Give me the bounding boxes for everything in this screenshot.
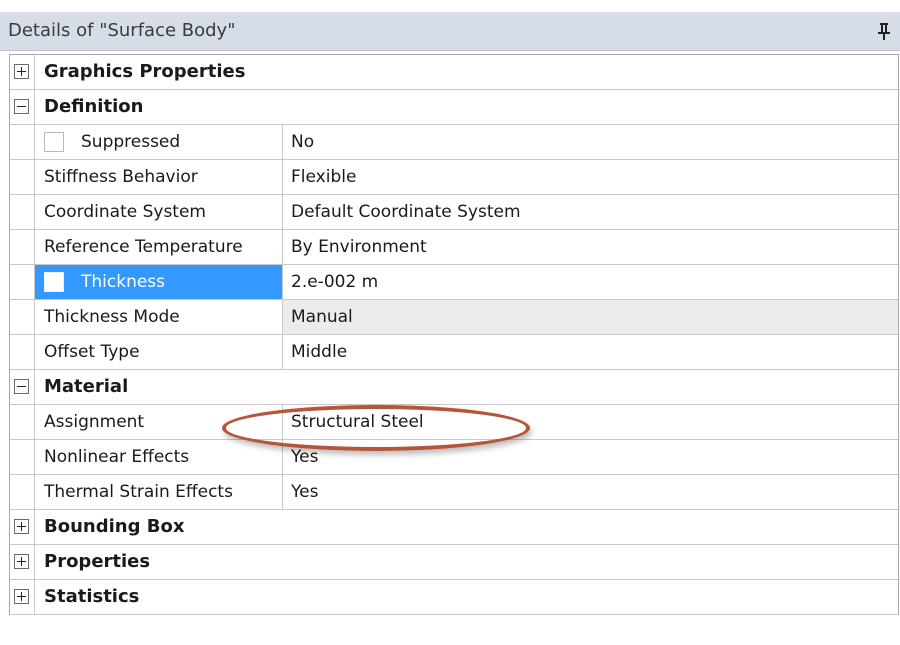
details-title-bar: Details of "Surface Body": [0, 12, 900, 51]
property-value: Yes: [291, 447, 319, 467]
group-bounding-box[interactable]: Bounding Box: [10, 510, 898, 545]
expand-icon[interactable]: [14, 589, 29, 604]
suppressed-checkbox[interactable]: [44, 132, 64, 152]
property-value: 2.e-002 m: [291, 272, 379, 292]
property-value-cell-readonly: Manual: [283, 300, 898, 334]
property-value-cell[interactable]: No: [283, 125, 898, 159]
property-row-assignment[interactable]: Assignment Structural Steel: [10, 405, 898, 440]
property-name: Reference Temperature: [44, 237, 243, 257]
property-row-offset-type[interactable]: Offset Type Middle: [10, 335, 898, 370]
property-name-cell: Thermal Strain Effects: [35, 475, 283, 509]
property-value: Manual: [291, 307, 353, 327]
property-value: No: [291, 132, 315, 152]
property-value-cell[interactable]: Yes: [283, 475, 898, 509]
collapse-icon[interactable]: [14, 379, 29, 394]
details-panel: Details of "Surface Body" Graphics Prope…: [0, 0, 900, 645]
property-row-thermal-strain-effects[interactable]: Thermal Strain Effects Yes: [10, 475, 898, 510]
expand-icon[interactable]: [14, 519, 29, 534]
property-value: Flexible: [291, 167, 357, 187]
property-value: Structural Steel: [291, 412, 424, 432]
group-label: Material: [44, 376, 129, 397]
property-name-cell: Nonlinear Effects: [35, 440, 283, 474]
pin-icon[interactable]: [876, 21, 892, 41]
group-material[interactable]: Material: [10, 370, 898, 405]
expand-icon[interactable]: [14, 554, 29, 569]
property-value-cell[interactable]: Yes: [283, 440, 898, 474]
expand-icon[interactable]: [14, 64, 29, 79]
property-value: Middle: [291, 342, 348, 362]
property-name: Thickness: [81, 272, 166, 292]
property-name-cell: Stiffness Behavior: [35, 160, 283, 194]
group-label: Definition: [44, 96, 144, 117]
group-properties[interactable]: Properties: [10, 545, 898, 580]
details-grid: Graphics Properties Definition Suppresse…: [9, 54, 899, 615]
group-definition[interactable]: Definition: [10, 90, 898, 125]
property-name: Coordinate System: [44, 202, 206, 222]
property-row-thickness-mode[interactable]: Thickness Mode Manual: [10, 300, 898, 335]
property-name-cell: Suppressed: [35, 125, 283, 159]
property-value-cell[interactable]: By Environment: [283, 230, 898, 264]
property-row-suppressed[interactable]: Suppressed No: [10, 125, 898, 160]
property-name: Offset Type: [44, 342, 140, 362]
property-row-reference-temperature[interactable]: Reference Temperature By Environment: [10, 230, 898, 265]
thickness-checkbox[interactable]: [44, 272, 64, 292]
property-name-cell: Coordinate System: [35, 195, 283, 229]
property-name: Nonlinear Effects: [44, 447, 190, 467]
group-statistics[interactable]: Statistics: [10, 580, 898, 615]
group-label: Statistics: [44, 586, 140, 607]
property-value-cell[interactable]: 2.e-002 m: [283, 265, 898, 299]
property-name-cell: Assignment: [35, 405, 283, 439]
group-label: Bounding Box: [44, 516, 185, 537]
property-row-coordinate-system[interactable]: Coordinate System Default Coordinate Sys…: [10, 195, 898, 230]
property-name: Stiffness Behavior: [44, 167, 198, 187]
property-value-cell[interactable]: Flexible: [283, 160, 898, 194]
property-name: Assignment: [44, 412, 145, 432]
property-value-cell[interactable]: Default Coordinate System: [283, 195, 898, 229]
group-graphics-properties[interactable]: Graphics Properties: [10, 55, 898, 90]
property-row-stiffness-behavior[interactable]: Stiffness Behavior Flexible: [10, 160, 898, 195]
property-name-cell-selected: Thickness: [35, 265, 283, 299]
property-name-cell: Thickness Mode: [35, 300, 283, 334]
property-row-thickness[interactable]: Thickness 2.e-002 m: [10, 265, 898, 300]
property-value: By Environment: [291, 237, 427, 257]
property-value: Default Coordinate System: [291, 202, 521, 222]
property-row-nonlinear-effects[interactable]: Nonlinear Effects Yes: [10, 440, 898, 475]
group-label: Graphics Properties: [44, 61, 246, 82]
property-name: Thermal Strain Effects: [44, 482, 233, 502]
property-name: Suppressed: [81, 132, 181, 152]
property-name: Thickness Mode: [44, 307, 180, 327]
property-name-cell: Reference Temperature: [35, 230, 283, 264]
property-value: Yes: [291, 482, 319, 502]
panel-title: Details of "Surface Body": [8, 20, 236, 41]
property-name-cell: Offset Type: [35, 335, 283, 369]
group-label: Properties: [44, 551, 151, 572]
property-value-cell[interactable]: Middle: [283, 335, 898, 369]
collapse-icon[interactable]: [14, 99, 29, 114]
property-value-cell[interactable]: Structural Steel: [283, 405, 898, 439]
